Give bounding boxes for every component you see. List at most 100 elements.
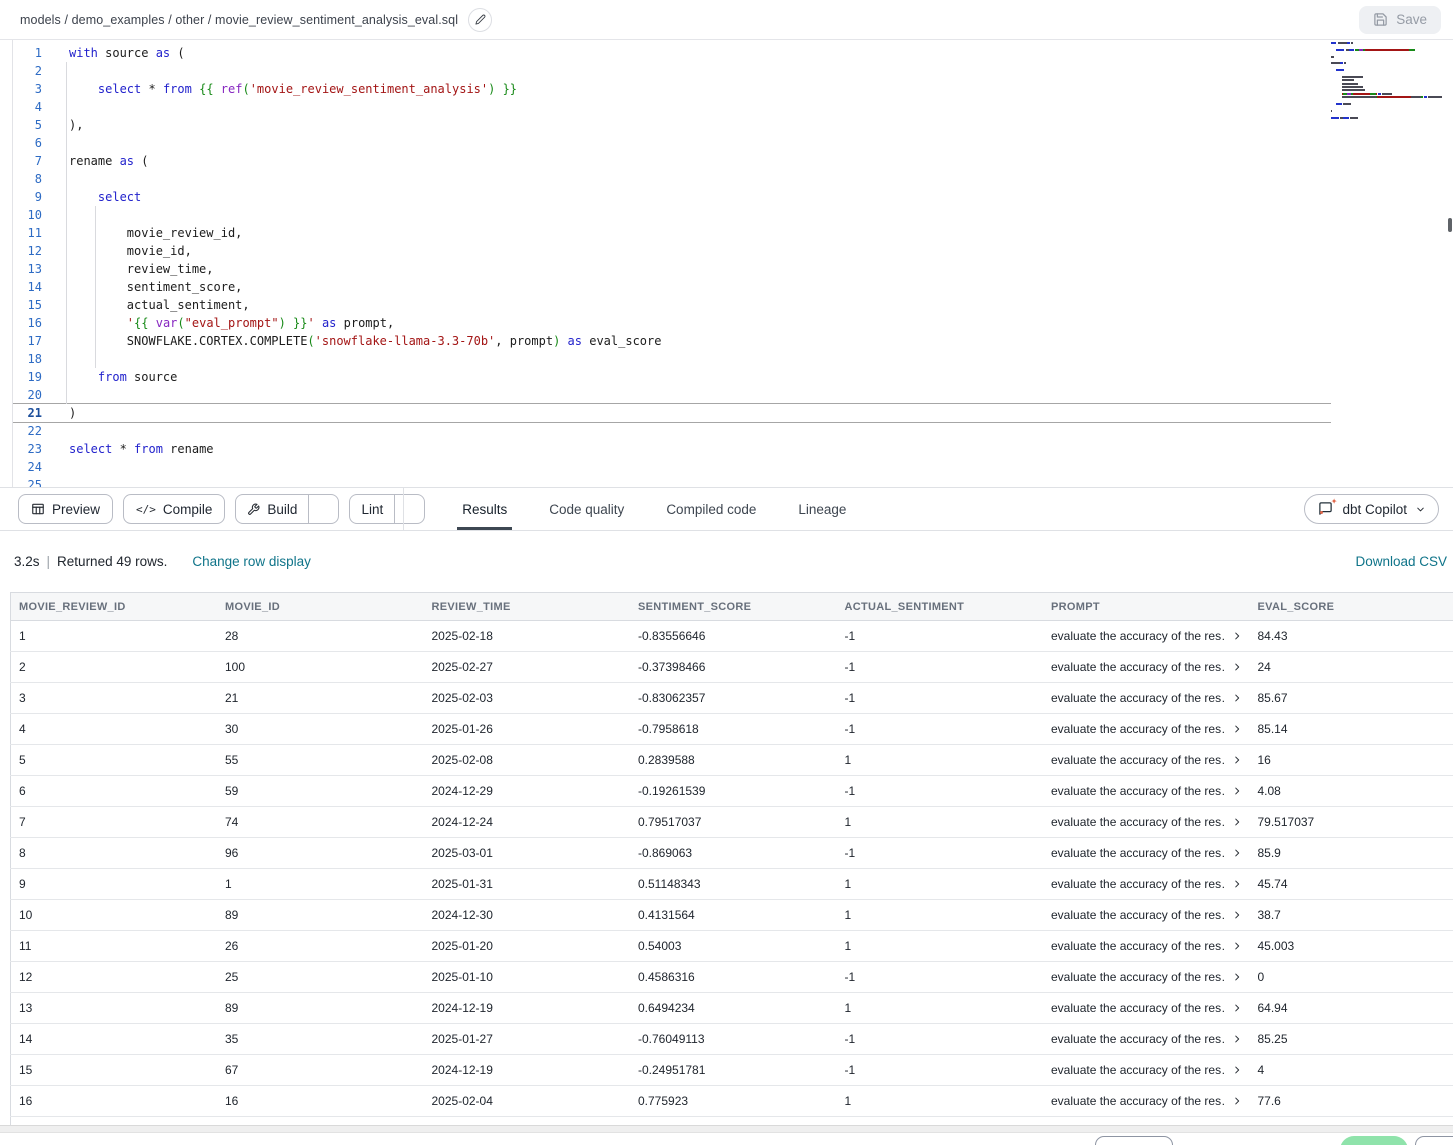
code-line-17[interactable]: 17 SNOWFLAKE.CORTEX.COMPLETE('snowflake-… [13,332,1453,350]
prompt-expand-icon[interactable] [1232,662,1242,672]
code-line-24[interactable]: 24 [13,458,1453,476]
cell-actual_sentiment: 1 [837,900,1044,931]
editor-scrollbar-thumb[interactable] [1448,218,1452,232]
tab-results[interactable]: Results [457,488,512,530]
file-header-bar: models / demo_examples / other / movie_r… [0,0,1453,40]
prompt-expand-icon[interactable] [1232,817,1242,827]
editor-toolbar: Preview </> Compile Build Lint Results Co… [0,487,1453,531]
prompt-expand-icon[interactable] [1232,786,1242,796]
line-number: 2 [13,62,42,80]
cell-actual_sentiment: -1 [837,776,1044,807]
prompt-expand-icon[interactable] [1232,724,1242,734]
lint-dropdown-chevron[interactable] [394,495,424,523]
cell-movie_review_id: 6 [11,776,218,807]
code-line-12[interactable]: 12 movie_id, [13,242,1453,260]
table-row: 5552025-02-080.28395881evaluate the accu… [11,745,1453,776]
code-line-7[interactable]: 7rename as ( [13,152,1453,170]
tab-code-quality[interactable]: Code quality [544,488,629,530]
partial-button-green[interactable] [1340,1136,1408,1145]
editor-minimap[interactable] [1331,42,1445,127]
change-row-display-link[interactable]: Change row display [192,554,311,569]
prompt-expand-icon[interactable] [1232,1034,1242,1044]
cell-prompt: evaluate the accuracy of the res… [1043,1117,1250,1126]
partial-button-left[interactable] [1095,1136,1173,1145]
cell-review_time: 2025-03-01 [424,838,631,869]
cell-movie_id: 74 [217,807,424,838]
cell-prompt: evaluate the accuracy of the res… [1043,931,1250,962]
line-number: 8 [13,170,42,188]
cell-prompt: evaluate the accuracy of the res… [1043,807,1250,838]
code-line-21[interactable]: 21) [13,404,1331,422]
cell-prompt: evaluate the accuracy of the res… [1043,652,1250,683]
line-number: 10 [13,206,42,224]
cell-sentiment_score: -0.83556646 [630,621,837,652]
tab-lineage[interactable]: Lineage [793,488,851,530]
code-line-3[interactable]: 3 select * from {{ ref('movie_review_sen… [13,80,1453,98]
code-line-8[interactable]: 8 [13,170,1453,188]
code-line-5[interactable]: 5), [13,116,1453,134]
compile-button[interactable]: </> Compile [123,494,225,524]
line-number: 9 [13,188,42,206]
prompt-expand-icon[interactable] [1232,693,1242,703]
cell-eval_score: 84.43 [1250,621,1453,652]
prompt-expand-icon[interactable] [1232,941,1242,951]
prompt-expand-icon[interactable] [1232,1065,1242,1075]
table-row: 21002025-02-27-0.37398466-1evaluate the … [11,652,1453,683]
code-line-20[interactable]: 20 [13,386,1453,404]
code-line-11[interactable]: 11 movie_review_id, [13,224,1453,242]
code-line-22[interactable]: 22 [13,422,1453,440]
prompt-expand-icon[interactable] [1232,755,1242,765]
code-line-15[interactable]: 15 actual_sentiment, [13,296,1453,314]
cell-movie_id: 89 [217,900,424,931]
code-line-13[interactable]: 13 review_time, [13,260,1453,278]
cell-actual_sentiment: 1 [837,1086,1044,1117]
cell-eval_score: 4 [1250,1055,1453,1086]
code-line-16[interactable]: 16 '{{ var("eval_prompt") }}' as prompt, [13,314,1453,332]
cell-review_time: 2025-02-08 [424,745,631,776]
cell-actual_sentiment: 1 [837,1117,1044,1126]
cell-actual_sentiment: -1 [837,962,1044,993]
code-lines[interactable]: 1with source as (23 select * from {{ ref… [12,40,1453,487]
code-line-19[interactable]: 19 from source [13,368,1453,386]
build-label: Build [267,502,297,517]
tab-compiled-code[interactable]: Compiled code [661,488,761,530]
save-button[interactable]: Save [1359,6,1441,34]
code-line-25[interactable]: 25 [13,476,1453,487]
code-line-9[interactable]: 9 select [13,188,1453,206]
prompt-expand-icon[interactable] [1232,1003,1242,1013]
code-line-6[interactable]: 6 [13,134,1453,152]
code-line-2[interactable]: 2 [13,62,1453,80]
prompt-expand-icon[interactable] [1232,1096,1242,1106]
table-row: 6592024-12-29-0.19261539-1evaluate the a… [11,776,1453,807]
prompt-expand-icon[interactable] [1232,631,1242,641]
code-line-18[interactable]: 18 [13,350,1453,368]
cell-review_time: 2024-12-19 [424,1055,631,1086]
prompt-expand-icon[interactable] [1232,910,1242,920]
partial-button-right[interactable] [1415,1136,1453,1145]
code-line-23[interactable]: 23select * from rename [13,440,1453,458]
code-icon: </> [136,503,156,516]
cell-movie_id: 1 [217,869,424,900]
code-line-1[interactable]: 1with source as ( [13,44,1453,62]
cell-prompt: evaluate the accuracy of the res… [1043,869,1250,900]
prompt-expand-icon[interactable] [1232,879,1242,889]
dbt-copilot-button[interactable]: ✦ dbt Copilot [1304,494,1439,524]
download-csv-link[interactable]: Download CSV [1355,554,1447,569]
line-number: 3 [13,80,42,98]
code-line-10[interactable]: 10 [13,206,1453,224]
prompt-expand-icon[interactable] [1232,972,1242,982]
preview-button[interactable]: Preview [18,494,113,524]
edit-file-icon-button[interactable] [468,8,492,32]
code-line-14[interactable]: 14 sentiment_score, [13,278,1453,296]
lint-button[interactable]: Lint [350,495,394,523]
build-dropdown-chevron[interactable] [308,495,338,523]
code-editor[interactable]: 1with source as (23 select * from {{ ref… [0,40,1453,487]
indent-guide [66,62,67,404]
build-button[interactable]: Build [236,495,308,523]
code-line-4[interactable]: 4 [13,98,1453,116]
cell-movie_id: 55 [217,745,424,776]
prompt-preview: evaluate the accuracy of the res… [1051,908,1226,922]
prompt-expand-icon[interactable] [1232,848,1242,858]
chevron-down-icon [318,504,329,515]
horizontal-scrollbar[interactable] [0,1125,1453,1133]
